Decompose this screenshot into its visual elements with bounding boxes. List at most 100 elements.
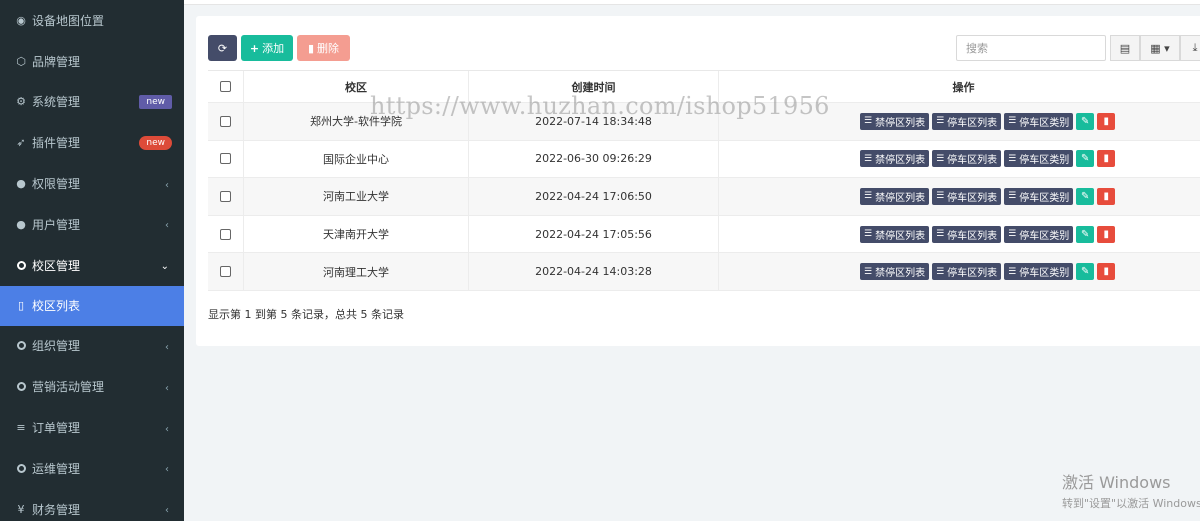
sidebar-item-users[interactable]: ● 用户管理 ‹ [0, 204, 184, 245]
delete-button[interactable]: ▮ 删除 [297, 35, 350, 61]
list-icon: ☰ [936, 229, 945, 240]
parking-list-button[interactable]: ☰ 停车区列表 [932, 263, 1002, 281]
row-checkbox[interactable] [220, 153, 231, 165]
chevron-left-icon: ‹ [165, 341, 169, 353]
cell-campus: 郑州大学-软件学院 [244, 103, 469, 140]
sidebar-item-brand[interactable]: ⬡ 品牌管理 [0, 41, 184, 82]
sidebar-item-permissions[interactable]: ● 权限管理 ‹ [0, 163, 184, 204]
no-parking-list-button[interactable]: ☰ 禁停区列表 [860, 187, 930, 205]
toggle-view-button[interactable]: ▤ [1110, 35, 1140, 61]
pencil-icon: ✎ [1081, 190, 1090, 202]
group-icon: ● [16, 177, 26, 191]
cell-created-time: 2022-04-24 17:05:56 [469, 215, 719, 253]
row-actions: ☰ 禁停区列表 ☰ 停车区列表 ☰ 停车区类别 ✎ ▮ [860, 253, 1116, 290]
row-actions: ☰ 禁停区列表 ☰ 停车区列表 ☰ 停车区类别 ✎ ▮ [860, 141, 1116, 178]
sidebar-item-marketing[interactable]: 营销活动管理 ‹ [0, 366, 184, 407]
parking-type-button[interactable]: ☰ 停车区类别 [1004, 112, 1074, 130]
circle-icon [15, 340, 27, 352]
circle-icon [15, 259, 27, 271]
plus-icon: + [249, 41, 260, 55]
columns-button[interactable]: ▦ ▾ [1140, 35, 1180, 61]
no-parking-list-button[interactable]: ☰ 禁停区列表 [860, 112, 930, 130]
sidebar-item-label: 财务管理 [32, 502, 81, 517]
row-checkbox[interactable] [220, 190, 231, 202]
target-icon: ◉ [16, 13, 26, 27]
search-input[interactable] [956, 35, 1106, 61]
row-checkbox[interactable] [220, 115, 231, 127]
add-button-label: 添加 [262, 42, 285, 55]
refresh-icon: ⟳ [217, 41, 228, 55]
top-strip [184, 0, 1200, 5]
parking-type-button[interactable]: ☰ 停车区类别 [1004, 225, 1074, 243]
parking-list-button[interactable]: ☰ 停车区列表 [932, 187, 1002, 205]
sidebar-item-label: 权限管理 [32, 177, 81, 192]
columns-icon: ▦ ▾ [1150, 41, 1170, 55]
windows-activation-notice: 激活 Windows 转到"设置"以激活 Windows。 [1062, 469, 1200, 511]
trash-icon: ▮ [1103, 115, 1109, 127]
no-parking-list-button[interactable]: ☰ 禁停区列表 [860, 225, 930, 243]
sidebar-item-system[interactable]: ⚙ 系统管理 new [0, 82, 184, 123]
row-checkbox[interactable] [220, 228, 231, 240]
cell-created-time: 2022-04-24 17:06:50 [469, 178, 719, 215]
circle-icon [15, 462, 27, 474]
edit-button[interactable]: ✎ [1076, 112, 1095, 130]
delete-row-button[interactable]: ▮ [1097, 263, 1116, 281]
pencil-icon: ✎ [1081, 228, 1090, 240]
sidebar-item-label: 组织管理 [32, 339, 81, 354]
chevron-left-icon: ‹ [165, 179, 169, 191]
no-parking-list-button[interactable]: ☰ 禁停区列表 [860, 150, 930, 168]
sidebar-item-campus[interactable]: 校区管理 ⌄ [0, 245, 184, 286]
chevron-down-icon: ⌄ [160, 261, 169, 273]
edit-button[interactable]: ✎ [1076, 187, 1095, 205]
sidebar-item-finance[interactable]: ¥ 财务管理 ‹ [0, 489, 184, 521]
activation-subtitle: 转到"设置"以激活 Windows。 [1062, 497, 1200, 510]
header-campus[interactable]: 校区 [244, 71, 469, 102]
campus-table: 校区 创建时间 操作 郑州大学-软件学院 2022-07-14 18:34:48… [208, 70, 1200, 291]
delete-row-button[interactable]: ▮ [1097, 112, 1116, 130]
pagination-info: 显示第 1 到第 5 条记录，总共 5 条记录 [208, 308, 404, 321]
sidebar-item-organization[interactable]: 组织管理 ‹ [0, 326, 184, 367]
chevron-left-icon: ‹ [165, 423, 169, 435]
edit-button[interactable]: ✎ [1076, 150, 1095, 168]
sidebar: ◉ 设备地图位置 ⬡ 品牌管理 ⚙ 系统管理 new ➶ 插件管理 new ● … [0, 0, 184, 521]
sidebar-item-operations[interactable]: 运维管理 ‹ [0, 448, 184, 489]
sidebar-item-label: 营销活动管理 [32, 380, 105, 395]
list-icon: ☰ [936, 266, 945, 277]
delete-row-button[interactable]: ▮ [1097, 187, 1116, 205]
header-operations: 操作 [952, 80, 975, 94]
map-icon: ▯ [17, 299, 25, 313]
list-icon: ☰ [864, 191, 873, 202]
parking-list-button[interactable]: ☰ 停车区列表 [932, 112, 1002, 130]
user-icon: ● [16, 217, 26, 231]
parking-type-button[interactable]: ☰ 停车区类别 [1004, 187, 1074, 205]
parking-list-button[interactable]: ☰ 停车区列表 [932, 150, 1002, 168]
list-icon: ☰ [1008, 266, 1017, 277]
edit-button[interactable]: ✎ [1076, 263, 1095, 281]
trash-icon: ▮ [1103, 153, 1109, 165]
sidebar-item-label: 订单管理 [32, 421, 81, 436]
cell-created-time: 2022-07-14 18:34:48 [469, 103, 719, 140]
sidebar-item-campus-list[interactable]: ▯ 校区列表 [0, 285, 184, 326]
sidebar-item-orders[interactable]: ≡ 订单管理 ‹ [0, 407, 184, 448]
header-created-time[interactable]: 创建时间 [469, 71, 719, 102]
parking-list-button[interactable]: ☰ 停车区列表 [932, 225, 1002, 243]
add-button[interactable]: + 添加 [241, 35, 293, 61]
sidebar-item-plugins[interactable]: ➶ 插件管理 new [0, 122, 184, 163]
no-parking-list-button[interactable]: ☰ 禁停区列表 [860, 263, 930, 281]
edit-button[interactable]: ✎ [1076, 225, 1095, 243]
list-icon: ☰ [864, 229, 873, 240]
refresh-button[interactable]: ⟳ [208, 35, 237, 61]
list-icon: ☰ [864, 266, 873, 277]
table-row: 天津南开大学 2022-04-24 17:05:56 ☰ 禁停区列表 ☰ 停车区列表… [208, 215, 1200, 254]
select-all-checkbox[interactable] [220, 81, 231, 92]
pencil-icon: ✎ [1081, 115, 1090, 127]
export-button[interactable]: ⤓ [1180, 35, 1200, 61]
list-icon: ☰ [936, 153, 945, 164]
sidebar-item-device-map[interactable]: ◉ 设备地图位置 [0, 0, 184, 41]
delete-row-button[interactable]: ▮ [1097, 225, 1116, 243]
delete-row-button[interactable]: ▮ [1097, 150, 1116, 168]
parking-type-button[interactable]: ☰ 停车区类别 [1004, 263, 1074, 281]
table-row: 河南工业大学 2022-04-24 17:06:50 ☰ 禁停区列表 ☰ 停车区列表… [208, 178, 1200, 216]
row-checkbox[interactable] [220, 266, 231, 278]
parking-type-button[interactable]: ☰ 停车区类别 [1004, 150, 1074, 168]
